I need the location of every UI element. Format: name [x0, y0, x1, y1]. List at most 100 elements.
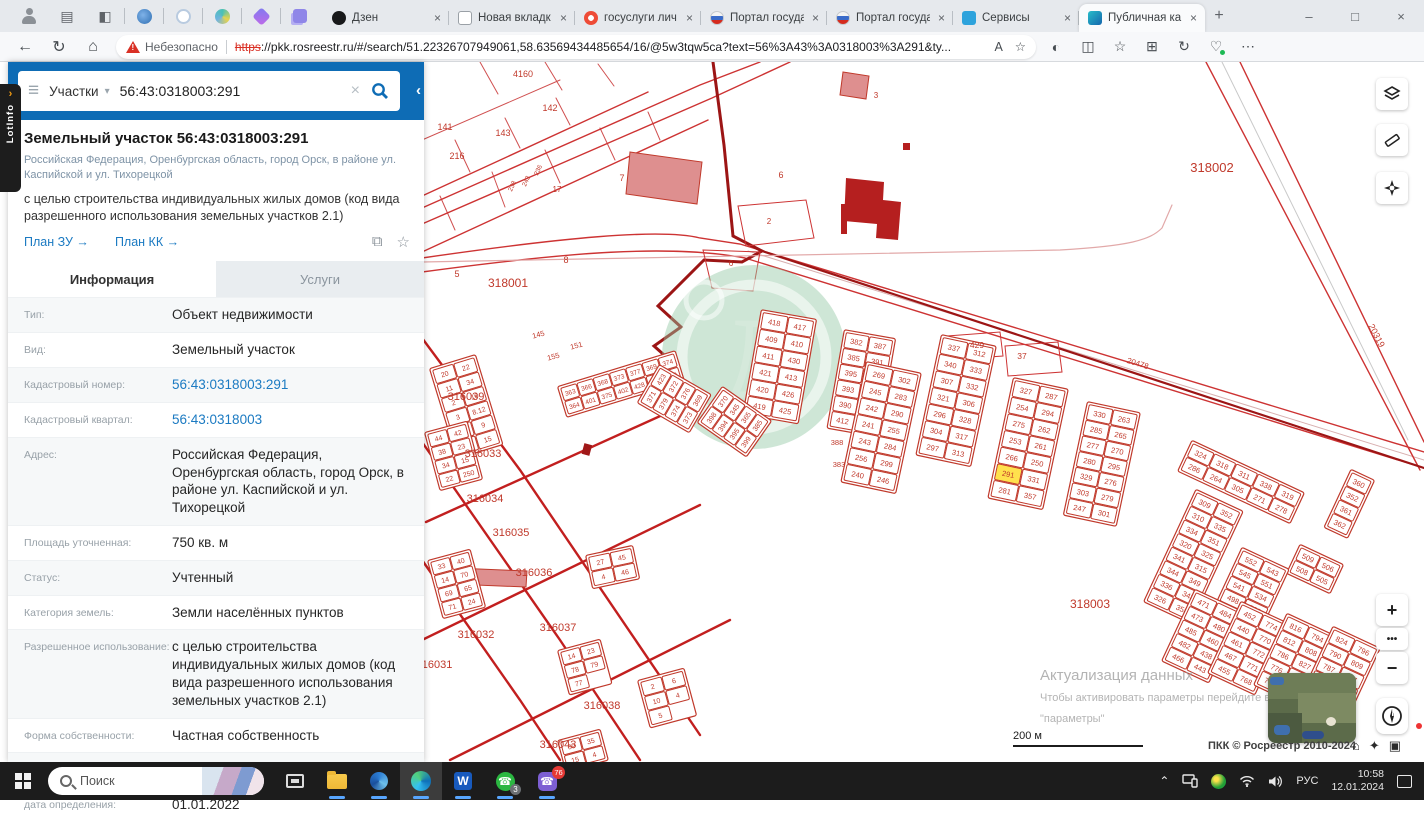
- pinned-tab-gem[interactable]: [242, 0, 280, 32]
- tray-chevron-icon[interactable]: ⌃: [1159, 774, 1169, 788]
- workspaces-icon[interactable]: ▤: [48, 0, 86, 32]
- explorer-taskbar-icon[interactable]: [316, 762, 358, 800]
- pinned-tab-apps[interactable]: [281, 0, 319, 32]
- url-text[interactable]: ://pkk.rosreestr.ru/#/search/51.22326707…: [261, 40, 983, 54]
- chevron-down-icon[interactable]: ▾: [105, 86, 110, 97]
- zoom-options-button[interactable]: •••: [1376, 628, 1408, 650]
- edge-taskbar-icon[interactable]: [400, 762, 442, 800]
- field-row: Форма собственности: Частная собственност…: [8, 717, 424, 753]
- zoom-out-button[interactable]: −: [1376, 652, 1408, 684]
- screenshot-icon[interactable]: ▣: [1389, 738, 1401, 754]
- minimap-preview[interactable]: [1268, 673, 1356, 743]
- home-button[interactable]: ⌂: [76, 33, 110, 61]
- locate-button[interactable]: [1376, 172, 1408, 204]
- address-bar[interactable]: Небезопасно https ://pkk.rosreestr.ru/#/…: [116, 34, 1036, 59]
- measure-ruler-button[interactable]: [1376, 124, 1408, 156]
- clock[interactable]: 10:58 12.01.2024: [1331, 768, 1384, 794]
- pinned-tab-copilot[interactable]: [203, 0, 241, 32]
- clear-search-icon[interactable]: ×: [351, 82, 360, 100]
- menu-icon[interactable]: ≡: [28, 80, 39, 102]
- map-label: 6: [729, 259, 734, 268]
- back-button[interactable]: ←: [8, 33, 42, 61]
- wifi-icon[interactable]: [1239, 775, 1255, 787]
- parcel-cluster[interactable]: 327 287254 294275 262253 261266 250291 331281 3…: [987, 377, 1069, 510]
- read-aloud-icon[interactable]: A: [994, 40, 1002, 54]
- favorites-icon[interactable]: ☆: [1104, 33, 1136, 61]
- plan-link-1[interactable]: План КК →: [115, 235, 179, 249]
- pinned-tab-blue[interactable]: [125, 0, 163, 32]
- pinned-tab-blue: [136, 8, 152, 24]
- parcel-cluster[interactable]: 360352361362: [1324, 469, 1375, 539]
- parcel-cluster[interactable]: 337 312340 333307 332321 306296 328304 317297 3…: [915, 334, 997, 467]
- home-icon[interactable]: ⌂: [1352, 738, 1360, 754]
- start-button[interactable]: [0, 762, 46, 800]
- tab-close-icon[interactable]: ×: [1188, 11, 1199, 25]
- tab-Сервисы[interactable]: Сервисы ×: [953, 4, 1079, 32]
- close-button[interactable]: ×: [1378, 0, 1424, 32]
- notification-center-icon[interactable]: [1397, 774, 1412, 788]
- security-warning-label[interactable]: Небезопасно: [145, 40, 218, 54]
- browser-essentials-icon[interactable]: ♡: [1200, 33, 1232, 61]
- sidebar-icon[interactable]: ◧: [86, 0, 124, 32]
- tab-close-icon[interactable]: ×: [936, 11, 947, 25]
- pinned-tab-clock[interactable]: [164, 0, 202, 32]
- favorite-star-icon[interactable]: ☆: [397, 233, 410, 251]
- tab-Дзен[interactable]: Дзен ×: [323, 4, 449, 32]
- history-icon[interactable]: ↻: [1168, 33, 1200, 61]
- search-icon[interactable]: [370, 81, 390, 101]
- tab-Информация[interactable]: Информация: [8, 261, 216, 298]
- search-input[interactable]: [119, 83, 351, 99]
- parcel-cluster[interactable]: 3340147069657124: [427, 549, 486, 619]
- minimize-button[interactable]: –: [1286, 0, 1332, 32]
- tab-close-icon[interactable]: ×: [810, 11, 821, 25]
- avatar-icon[interactable]: [10, 0, 48, 32]
- collapse-panel-icon[interactable]: ‹: [416, 82, 421, 99]
- divider: [225, 39, 227, 54]
- tab-Услуги[interactable]: Услуги: [216, 261, 424, 298]
- search-highlight-image[interactable]: [202, 767, 264, 795]
- split-screen-icon[interactable]: ◫: [1072, 33, 1104, 61]
- center-icon[interactable]: ✦: [1369, 738, 1380, 754]
- preview-icon[interactable]: ⧉: [372, 233, 383, 251]
- parcel-cluster[interactable]: 330 263285 265277 270280 295329 276303 279247 3…: [1063, 401, 1141, 527]
- search-box[interactable]: ≡ Участки ▾ ×: [18, 71, 400, 111]
- whatsapp-taskbar-icon[interactable]: ☎ 3: [484, 762, 526, 800]
- search-category-select[interactable]: Участки: [49, 84, 99, 99]
- copilot-icon[interactable]: ◐: [1040, 33, 1072, 61]
- language-indicator[interactable]: РУС: [1296, 775, 1318, 787]
- volume-icon[interactable]: [1268, 775, 1283, 788]
- task-view-taskbar-icon[interactable]: [274, 762, 316, 800]
- settings-icon[interactable]: ⋯: [1232, 33, 1264, 61]
- viber-taskbar-icon[interactable]: ☎ 76: [526, 762, 568, 800]
- tab-close-icon[interactable]: ×: [1062, 11, 1073, 25]
- tab-госуслуги лич[interactable]: госуслуги лич ×: [575, 4, 701, 32]
- taskbar-search[interactable]: Поиск: [48, 767, 264, 795]
- parcel-cluster[interactable]: 2745446: [585, 545, 640, 589]
- maximize-button[interactable]: □: [1332, 0, 1378, 32]
- field-value[interactable]: 56:43:0318003:291: [172, 376, 410, 394]
- collections-icon[interactable]: ⊞: [1136, 33, 1168, 61]
- lotinfo-side-tab[interactable]: › LotInfo: [0, 84, 21, 192]
- zoom-in-button[interactable]: +: [1376, 594, 1408, 626]
- tab-close-icon[interactable]: ×: [432, 11, 443, 25]
- tab-Новая вкладк[interactable]: Новая вкладк ×: [449, 4, 575, 32]
- parcel-cluster[interactable]: 509506508505: [1286, 544, 1344, 594]
- tab-Публичная ка[interactable]: Публичная ка ×: [1079, 4, 1205, 32]
- layers-button[interactable]: [1376, 78, 1408, 110]
- plan-link-0[interactable]: План ЗУ →: [24, 235, 89, 249]
- field-value[interactable]: 56:43:0318003: [172, 411, 410, 429]
- tab-Портал госуда[interactable]: Портал госуда ×: [827, 4, 953, 32]
- favorite-star-icon[interactable]: ☆: [1015, 39, 1026, 54]
- windows-logo-icon: [15, 773, 31, 789]
- tab-close-icon[interactable]: ×: [558, 11, 569, 25]
- tab-Портал госуда[interactable]: Портал госуда ×: [701, 4, 827, 32]
- compass-button[interactable]: [1376, 698, 1408, 734]
- display-icon[interactable]: [1182, 774, 1199, 788]
- word-taskbar-icon[interactable]: W: [442, 762, 484, 800]
- running-indicator: [455, 796, 471, 799]
- new-tab-button[interactable]: +: [1205, 2, 1233, 30]
- tab-close-icon[interactable]: ×: [684, 11, 695, 25]
- refresh-button[interactable]: ↻: [42, 33, 76, 61]
- photos-taskbar-icon[interactable]: [358, 762, 400, 800]
- antivirus-icon[interactable]: [1211, 773, 1227, 789]
